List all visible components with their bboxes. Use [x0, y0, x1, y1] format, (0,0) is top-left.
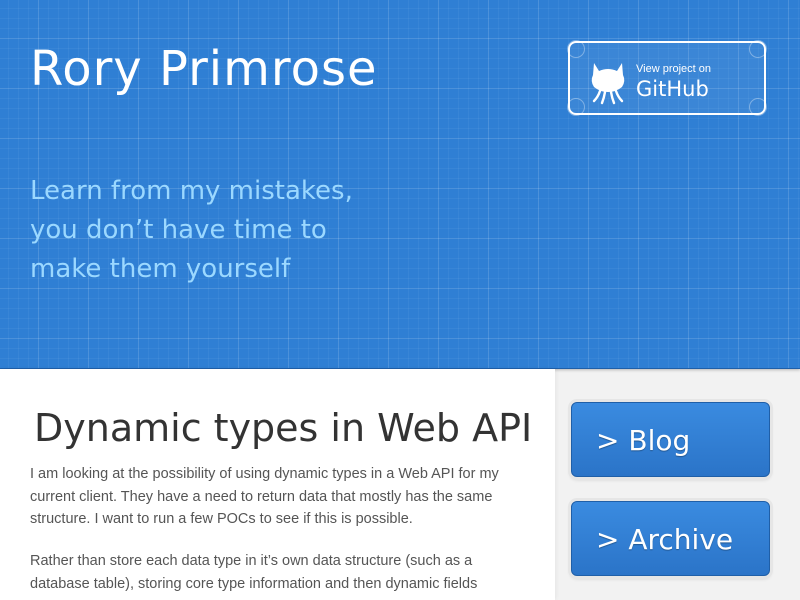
corner-decoration	[567, 98, 585, 116]
article-paragraph: I am looking at the possibility of using…	[30, 466, 499, 527]
corner-decoration	[749, 98, 767, 116]
github-button-caption: View project on	[636, 63, 712, 75]
post-title[interactable]: Dynamic types in Web API	[34, 403, 532, 453]
article-panel: Dynamic types in Web API I am looking at…	[0, 369, 555, 600]
site-header: Rory Primrose Learn from my mistakes, yo…	[0, 0, 800, 369]
corner-decoration	[567, 40, 585, 58]
site-title: Rory Primrose	[30, 41, 378, 97]
corner-decoration	[749, 40, 767, 58]
site-tagline: Learn from my mistakes, you don’t have t…	[30, 176, 353, 284]
octocat-icon	[591, 63, 625, 105]
nav-archive-button[interactable]: > Archive	[571, 501, 770, 576]
github-button-label: GitHub	[636, 77, 709, 101]
article-paragraph: Rather than store each data type in it’s…	[30, 553, 478, 592]
nav-blog-button[interactable]: > Blog	[571, 402, 770, 477]
view-on-github-button[interactable]: View project on GitHub	[567, 40, 767, 116]
